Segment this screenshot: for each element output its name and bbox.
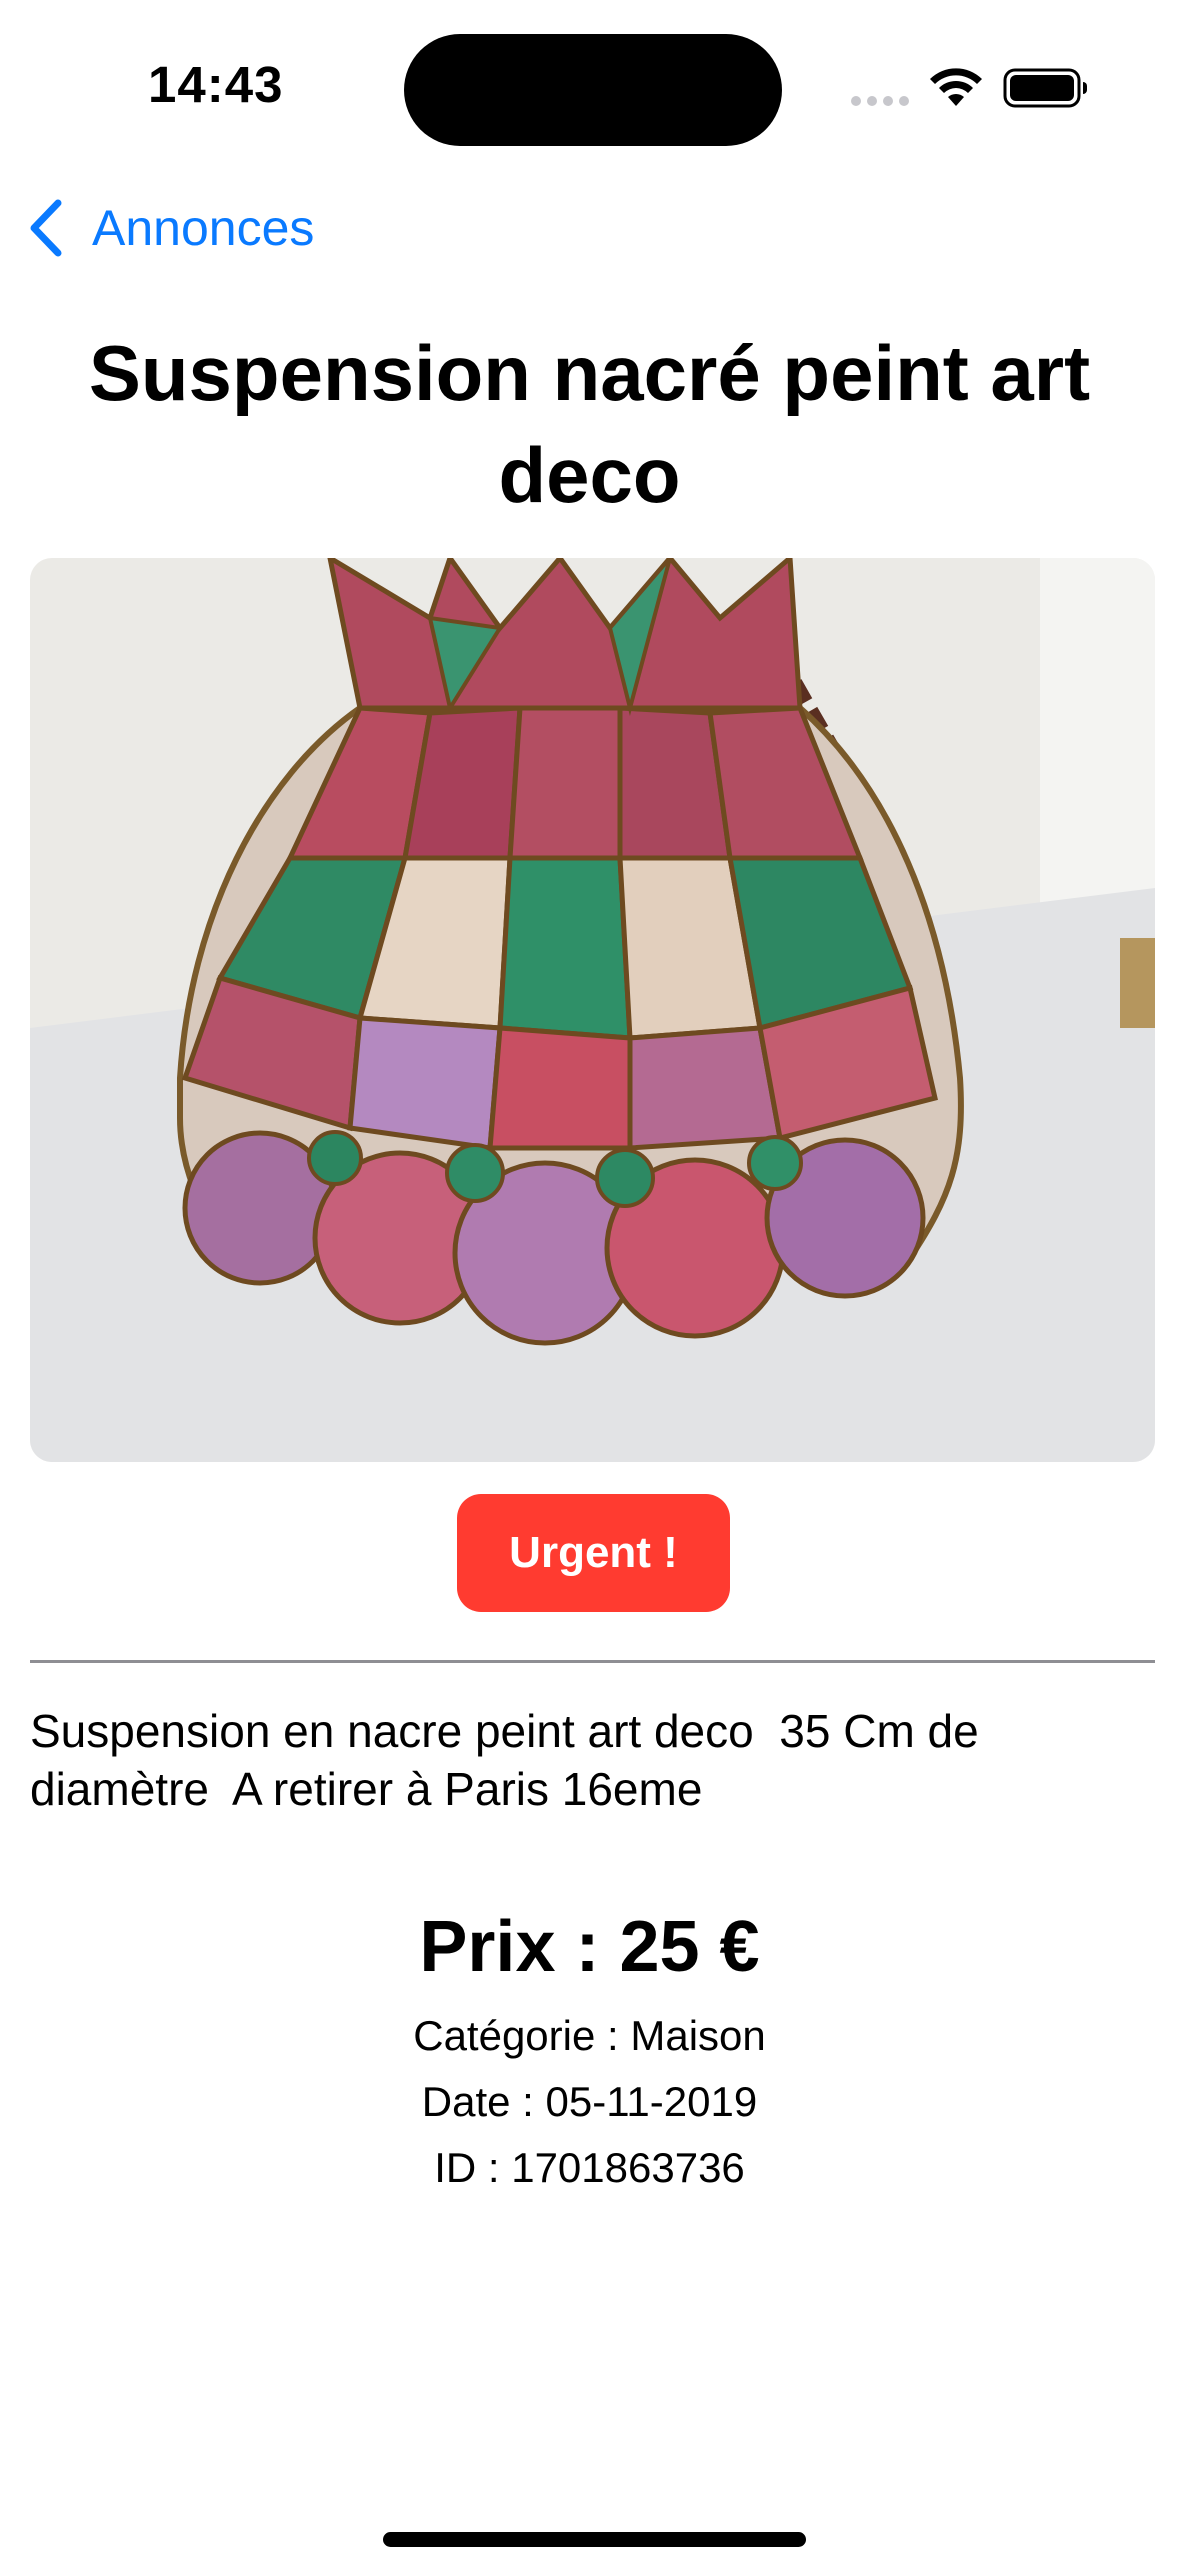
chevron-left-icon xyxy=(30,199,62,257)
listing-id: ID : 1701863736 xyxy=(434,2144,745,2191)
listing-title: Suspension nacré peint art deco xyxy=(88,329,1091,519)
listing-category: Catégorie : Maison xyxy=(413,2012,766,2059)
listing-description: Suspension en nacre peint art deco 35 Cm… xyxy=(30,1705,992,1815)
status-time: 14:43 xyxy=(148,56,284,113)
lamp-photo xyxy=(30,558,1155,1462)
urgent-badge: Urgent ! xyxy=(457,1494,730,1612)
wifi-icon xyxy=(930,68,982,106)
back-button[interactable]: Annonces xyxy=(26,190,314,266)
listing-detail-screen: 14:43 Annonces Suspension nacré peint ar… xyxy=(0,0,1179,2556)
cellular-signal-icon xyxy=(851,96,911,106)
dynamic-island xyxy=(404,34,782,146)
listing-date: Date : 05-11-2019 xyxy=(421,2078,758,2125)
battery-icon xyxy=(1003,68,1087,108)
divider xyxy=(30,1660,1155,1663)
home-indicator[interactable] xyxy=(383,2532,806,2547)
back-button-label: Annonces xyxy=(92,200,315,256)
product-image[interactable] xyxy=(30,558,1155,1462)
listing-price: Prix : 25 € xyxy=(419,1907,760,1987)
